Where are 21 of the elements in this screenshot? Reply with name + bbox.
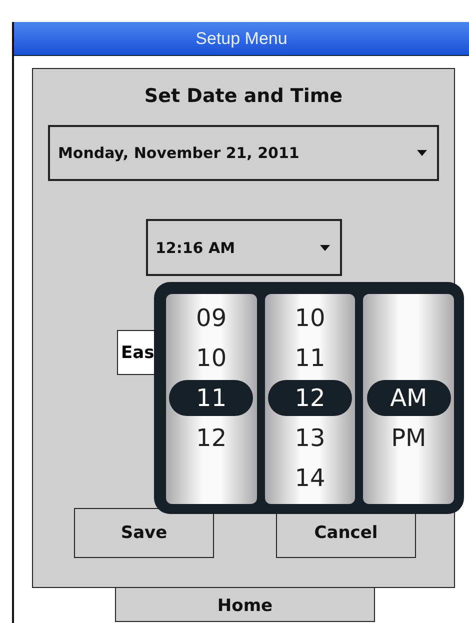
picker-item[interactable]: 12 bbox=[268, 380, 352, 416]
picker-item[interactable]: AM bbox=[366, 380, 451, 416]
caret-icon bbox=[417, 150, 427, 156]
date-dropdown[interactable]: Monday, November 21, 2011 bbox=[48, 125, 439, 181]
time-dropdown[interactable]: 12:16 AM bbox=[146, 219, 342, 276]
picker-wheel[interactable]: 10 11 12 13 14 bbox=[264, 294, 356, 504]
picker-item[interactable]: 11 bbox=[268, 338, 352, 378]
picker-wheel[interactable]: 09 10 11 12 bbox=[166, 294, 257, 504]
picker-wheel[interactable]: AM PM bbox=[363, 294, 454, 504]
dialog-title: Set Date and Time bbox=[144, 85, 343, 107]
picker-item[interactable]: 09 bbox=[169, 298, 254, 338]
picker-item[interactable]: 14 bbox=[268, 458, 352, 498]
picker-item[interactable]: PM bbox=[366, 418, 451, 458]
save-button[interactable]: Save bbox=[74, 508, 214, 558]
picker-item[interactable]: 13 bbox=[268, 418, 352, 458]
picker-item[interactable]: 11 bbox=[169, 380, 254, 416]
window-title: Setup Menu bbox=[196, 28, 288, 48]
picker-item[interactable]: 10 bbox=[169, 338, 254, 378]
caret-icon bbox=[320, 244, 330, 250]
picker-item[interactable]: 12 bbox=[169, 418, 254, 458]
picker-item[interactable]: 10 bbox=[268, 298, 352, 338]
